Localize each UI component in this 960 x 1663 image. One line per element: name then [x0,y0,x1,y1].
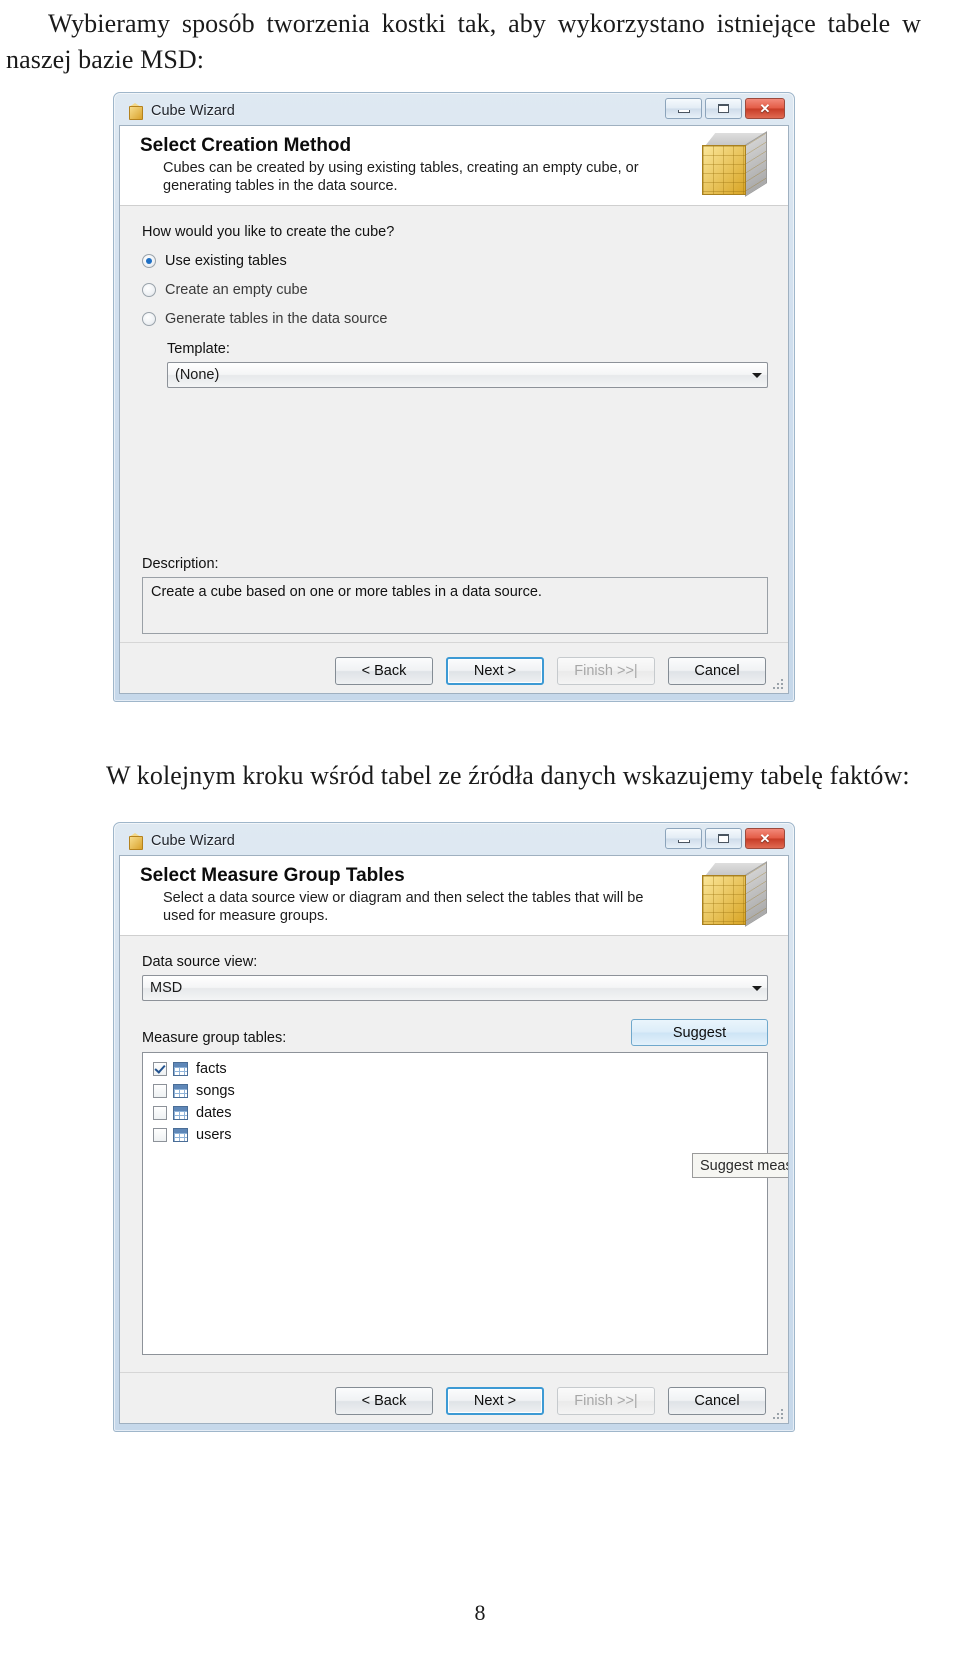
chevron-down-icon[interactable] [747,976,767,1000]
description-group: Description: Create a cube based on one … [142,556,768,635]
checkbox-icon[interactable] [153,1084,167,1099]
cube-wizard-dialog-select-measure-group-tables: Cube Wizard ✕ Select Measure Group Table… [113,822,795,1432]
measure-group-tables-label: Measure group tables: [142,1030,287,1047]
list-item-label: songs [196,1083,235,1100]
list-item[interactable]: users [149,1124,767,1146]
description-label: Description: [142,556,219,573]
table-icon [173,1084,188,1099]
table-icon [173,1062,188,1077]
dialog1-window-title: Cube Wizard [151,103,235,119]
cube-illustration-icon [702,861,774,929]
measure-group-tables-listbox[interactable]: facts songs dates users [142,1052,768,1356]
dialog2-footer: < Back Next > Finish >>| Cancel [120,1372,788,1423]
dialog2-window-title: Cube Wizard [151,833,235,849]
minimize-icon[interactable] [665,828,702,849]
radio-label-generate-tables: Generate tables in the data source [165,311,388,328]
data-source-view-value: MSD [150,980,183,997]
data-source-view-combobox[interactable]: MSD [142,975,768,1002]
template-group: Template: (None) [167,341,768,389]
table-icon [173,1106,188,1121]
dialog2-window-controls: ✕ [665,828,785,849]
dialog1-titlebar[interactable]: Cube Wizard ✕ [119,97,789,125]
cube-icon [127,102,144,120]
list-item[interactable]: facts [149,1058,767,1080]
table-icon [173,1128,188,1143]
description-text: Create a cube based on one or more table… [142,577,768,635]
resize-grip-icon[interactable] [772,1408,784,1420]
maximize-icon[interactable] [705,828,742,849]
next-button[interactable]: Next > [446,657,544,686]
radio-label-create-empty-cube: Create an empty cube [165,282,308,299]
cancel-button[interactable]: Cancel [668,1387,766,1416]
template-label: Template: [167,341,230,358]
template-combobox[interactable]: (None) [167,362,768,389]
suggest-button[interactable]: Suggest [631,1019,768,1047]
radio-button-icon[interactable] [142,254,156,269]
dialog1-footer: < Back Next > Finish >>| Cancel [120,642,788,693]
cube-wizard-dialog-select-creation-method: Cube Wizard ✕ Select Creation Method Cub… [113,92,795,702]
checkbox-icon[interactable] [153,1106,167,1121]
radio-label-use-existing-tables: Use existing tables [165,253,287,270]
cube-icon [127,832,144,850]
dialog1-content: How would you like to create the cube? U… [120,206,788,643]
dialog2-header: Select Measure Group Tables Select a dat… [120,856,788,937]
back-button[interactable]: < Back [335,1387,433,1416]
dialog1-header-subtitle: Cubes can be created by using existing t… [163,160,639,195]
list-item[interactable]: dates [149,1102,767,1124]
list-item-label: facts [196,1061,227,1078]
close-icon[interactable]: ✕ [745,828,785,849]
dialog1-header-title: Select Creation Method [140,135,352,156]
page-number: 8 [474,1600,486,1625]
cancel-button[interactable]: Cancel [668,657,766,686]
second-paragraph: W kolejnym kroku wśród tabel ze źródła d… [106,761,910,790]
dialog2-body: Select Measure Group Tables Select a dat… [119,855,789,1424]
maximize-icon[interactable] [705,98,742,119]
checkbox-icon[interactable] [153,1062,167,1077]
list-item-label: dates [196,1105,232,1122]
radio-button-icon[interactable] [142,283,156,298]
list-item-label: users [196,1127,232,1144]
close-icon[interactable]: ✕ [745,98,785,119]
dialog2-content: Data source view: MSD Measure group tabl… [120,936,788,1373]
next-button[interactable]: Next > [446,1387,544,1416]
chevron-down-icon[interactable] [747,363,767,387]
suggest-tooltip: Suggest meas [692,1153,788,1179]
resize-grip-icon[interactable] [772,678,784,690]
dialog1-body: Select Creation Method Cubes can be crea… [119,125,789,694]
radio-generate-tables[interactable]: Generate tables in the data source [142,311,768,327]
back-button[interactable]: < Back [335,657,433,686]
cube-illustration-icon [702,131,774,199]
radio-create-empty-cube[interactable]: Create an empty cube [142,282,768,298]
checkbox-icon[interactable] [153,1128,167,1143]
dialog2-titlebar[interactable]: Cube Wizard ✕ [119,827,789,855]
data-source-view-label: Data source view: [142,954,258,971]
list-item[interactable]: songs [149,1080,767,1102]
measure-group-tables-row: Measure group tables: Suggest [142,1019,768,1047]
create-cube-question: How would you like to create the cube? [142,224,395,241]
dialog1-header: Select Creation Method Cubes can be crea… [120,126,788,207]
minimize-icon[interactable] [665,98,702,119]
dialog2-header-subtitle: Select a data source view or diagram and… [163,890,644,925]
radio-button-icon[interactable] [142,312,156,327]
dialog1-window-controls: ✕ [665,98,785,119]
intro-paragraph: Wybieramy sposób tworzenia kostki tak, a… [6,9,921,74]
dialog2-header-title: Select Measure Group Tables [140,865,405,886]
finish-button: Finish >>| [557,657,655,686]
template-selected-value: (None) [175,367,220,384]
finish-button: Finish >>| [557,1387,655,1416]
radio-use-existing-tables[interactable]: Use existing tables [142,253,768,269]
